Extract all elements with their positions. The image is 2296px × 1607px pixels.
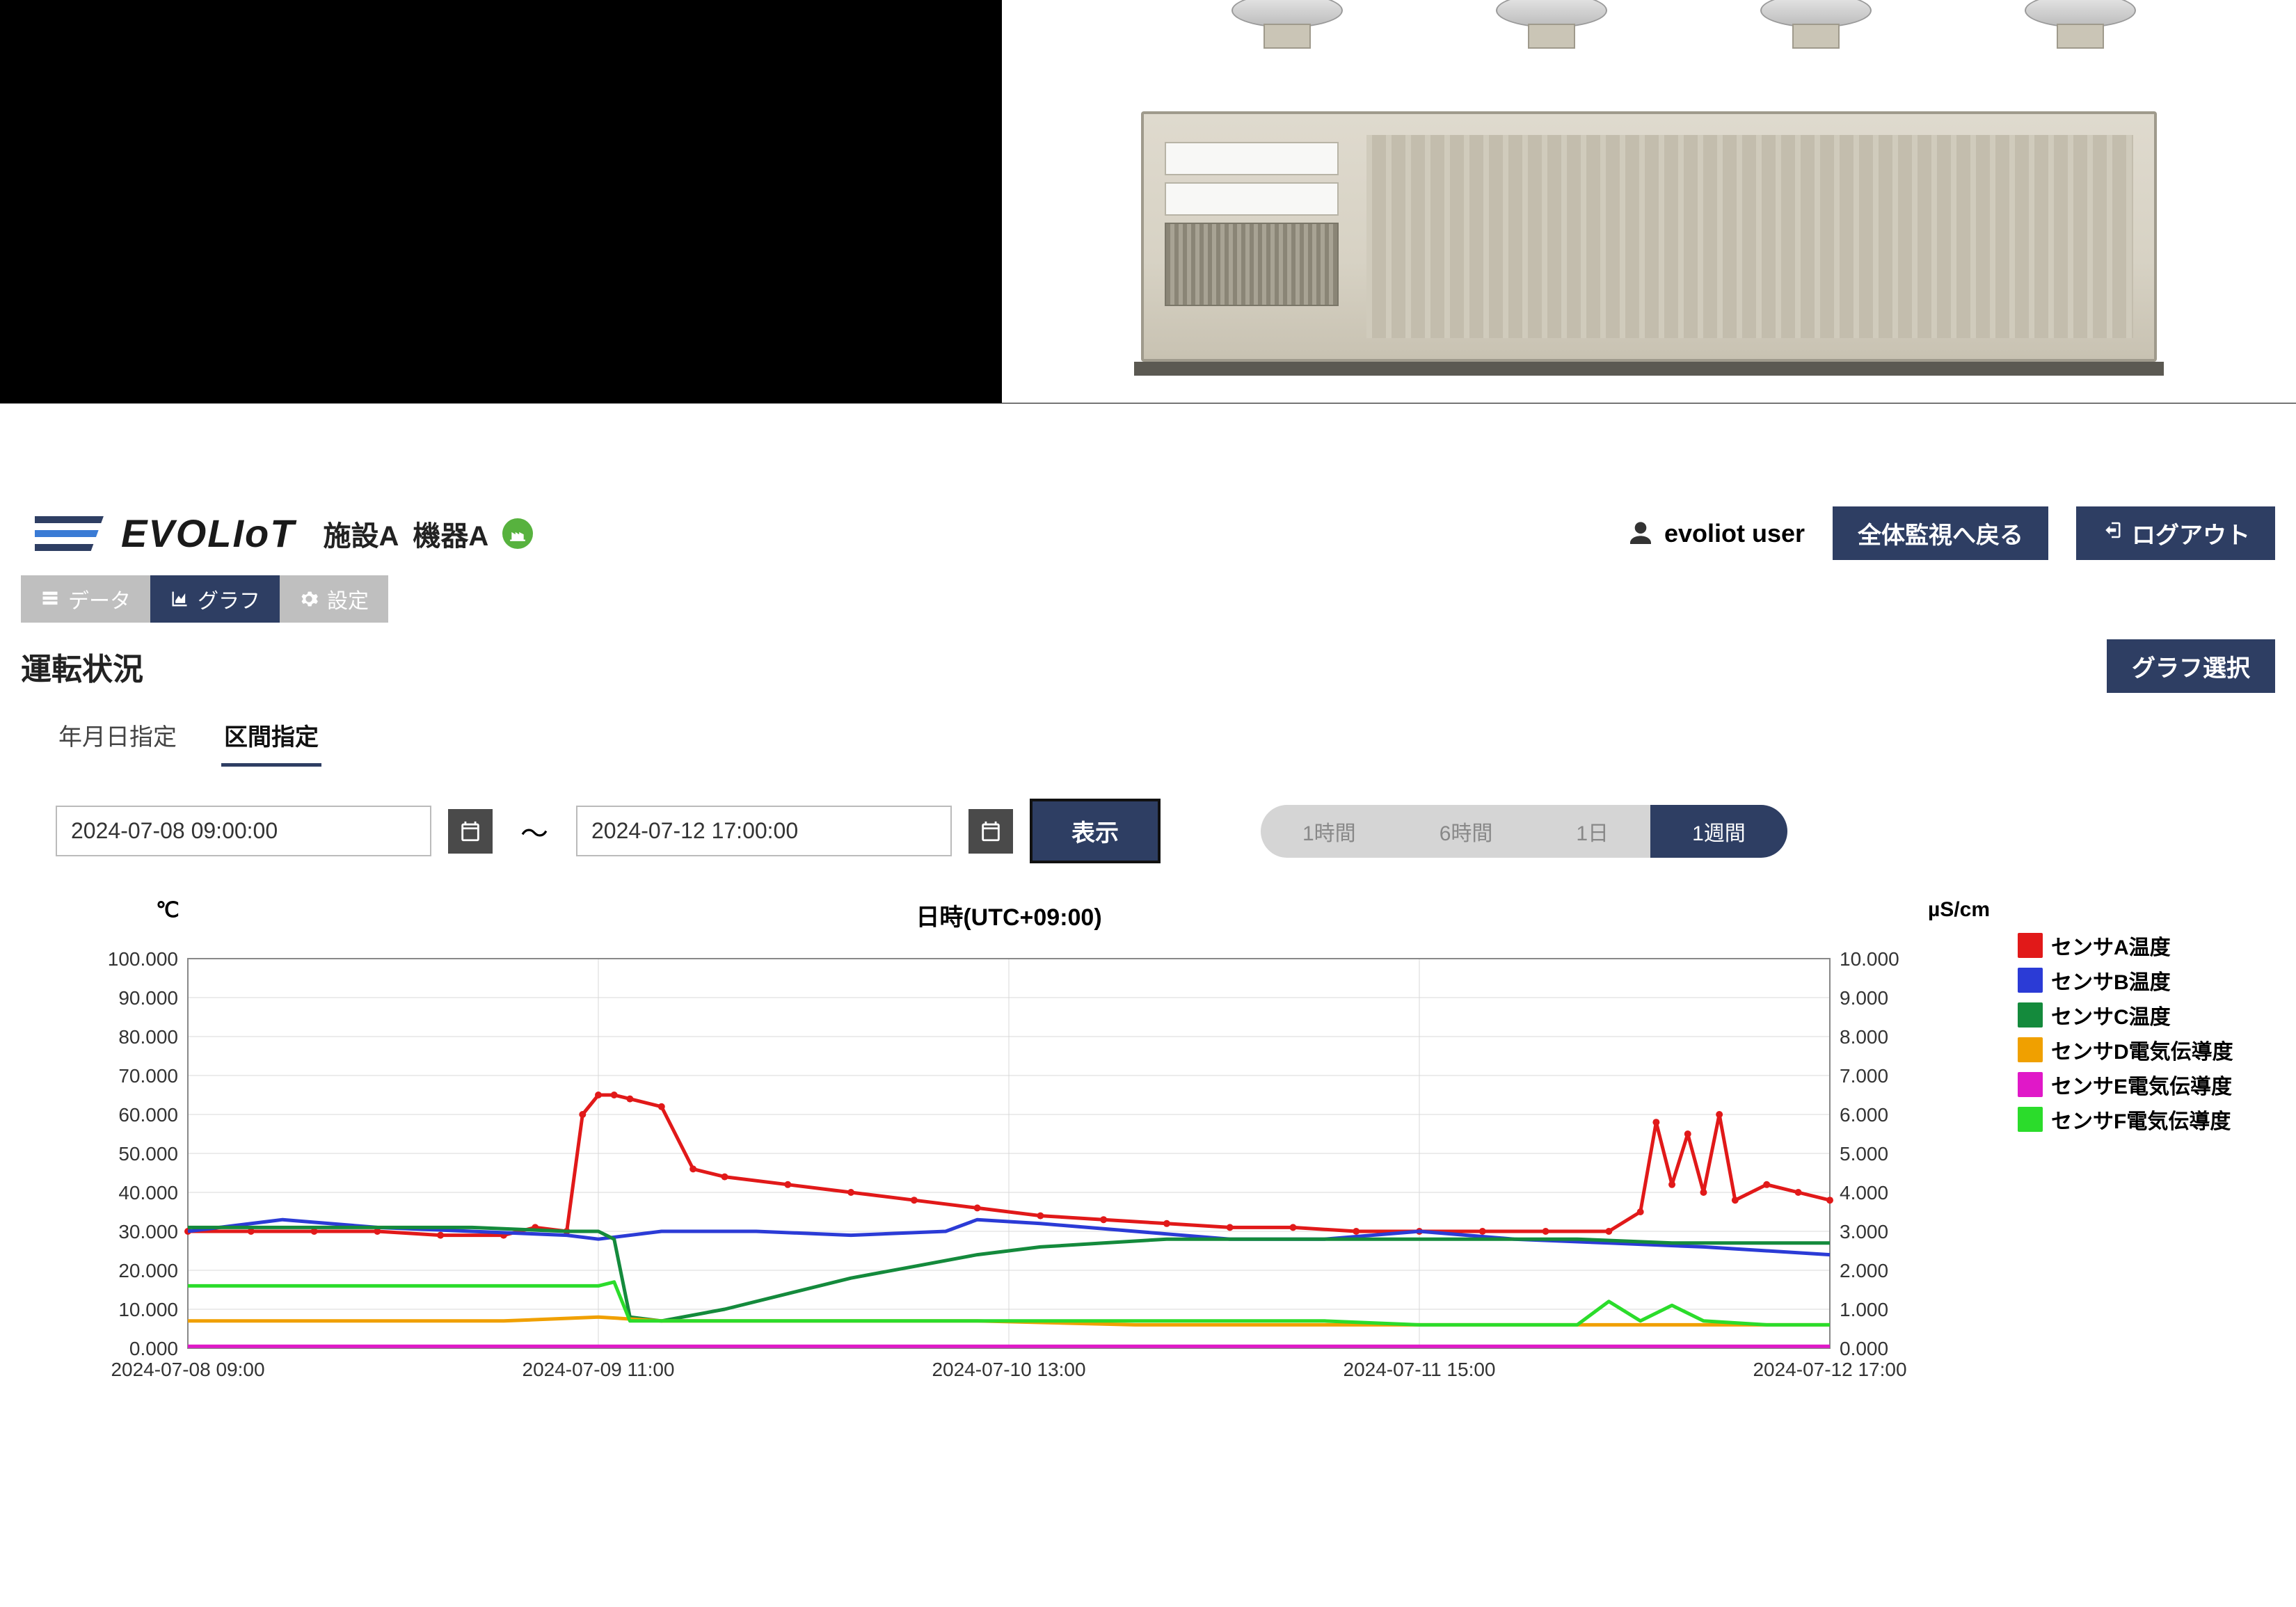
graph-select-button[interactable]: グラフ選択 [2107,639,2275,693]
chart-area: 日時(UTC+09:00) ℃ µS/cm 0.000 10.000 20.000 3… [21,898,2275,1397]
quick-range-1h[interactable]: 1時間 [1261,805,1398,858]
legend-item[interactable]: センサF電気伝導度 [2018,1104,2275,1135]
svg-text:100.000: 100.000 [108,948,178,970]
chart-icon [170,589,189,609]
svg-text:2024-07-08 09:00: 2024-07-08 09:00 [111,1359,264,1380]
svg-text:80.000: 80.000 [118,1026,178,1048]
gear-icon [299,589,319,609]
hero-black-panel [0,0,1002,403]
svg-text:8.000: 8.000 [1840,1026,1888,1048]
show-button[interactable]: 表示 [1030,799,1161,863]
svg-text:40.000: 40.000 [118,1182,178,1204]
fan-icon [2018,0,2143,49]
chart-legend: センサA温度 センサB温度 センサC温度 センサD電気伝導度 センサE電気伝導度… [1997,898,2275,1397]
quick-range-1d[interactable]: 1日 [1534,805,1650,858]
chart-plot: 0.000 10.000 20.000 30.000 40.000 50.000 60.00… [21,938,1941,1397]
dashboard: EVOLIoT 施設A 機器A evoliot user 全体監視へ戻る ログア… [21,501,2275,1397]
svg-text:9.000: 9.000 [1840,987,1888,1009]
logo: EVOLIoT [35,511,295,556]
range-separator: 〜 [509,811,559,852]
breadcrumb-facility: 施設A [323,513,399,554]
svg-text:7.000: 7.000 [1840,1065,1888,1087]
calendar-icon [459,820,482,843]
svg-text:4.000: 4.000 [1840,1182,1888,1204]
device-illustration [1141,42,2157,362]
table-icon [40,589,60,609]
hero [0,0,2296,403]
svg-text:50.000: 50.000 [118,1143,178,1165]
logo-text: EVOLIoT [121,511,295,556]
quick-range-pills: 1時間 6時間 1日 1週間 [1261,805,1787,858]
svg-text:2024-07-09 11:00: 2024-07-09 11:00 [523,1359,675,1380]
svg-text:60.000: 60.000 [118,1104,178,1126]
svg-text:30.000: 30.000 [118,1221,178,1242]
to-calendar-button[interactable] [968,809,1013,854]
svg-text:10.000: 10.000 [1840,948,1899,970]
mode-tab-ymd[interactable]: 年月日指定 [56,712,180,767]
fan-icon [1225,0,1350,49]
user-name: evoliot user [1664,519,1805,548]
calendar-icon [979,820,1003,843]
user-icon [1627,520,1655,547]
svg-text:90.000: 90.000 [118,987,178,1009]
left-axis-unit: ℃ [156,898,180,922]
legend-item[interactable]: センサD電気伝導度 [2018,1034,2275,1065]
svg-text:2024-07-11 15:00: 2024-07-11 15:00 [1344,1359,1496,1380]
range-controls: 〜 表示 1時間 6時間 1日 1週間 [56,799,2275,863]
quick-range-1w[interactable]: 1週間 [1650,805,1787,858]
topbar: EVOLIoT 施設A 機器A evoliot user 全体監視へ戻る ログア… [21,501,2275,570]
to-datetime-input[interactable] [576,806,952,856]
svg-text:20.000: 20.000 [118,1260,178,1281]
svg-text:10.000: 10.000 [118,1299,178,1320]
subtab-data[interactable]: データ [21,575,150,623]
quick-range-6h[interactable]: 6時間 [1398,805,1535,858]
date-mode-tabs: 年月日指定 区間指定 [56,712,2275,767]
logout-button[interactable]: ログアウト [2076,506,2275,560]
svg-text:5.000: 5.000 [1840,1143,1888,1165]
factory-icon [502,518,533,549]
chart-title: 日時(UTC+09:00) [21,898,1997,932]
svg-text:1.000: 1.000 [1840,1299,1888,1320]
fan-icon [1489,0,1614,49]
breadcrumb-device: 機器A [413,513,488,554]
breadcrumb: 施設A 機器A [323,513,533,554]
legend-item[interactable]: センサC温度 [2018,1000,2275,1030]
from-datetime-input[interactable] [56,806,431,856]
svg-text:2024-07-12 17:00: 2024-07-12 17:00 [1753,1359,1906,1380]
legend-item[interactable]: センサE電気伝導度 [2018,1069,2275,1100]
svg-text:2024-07-10 13:00: 2024-07-10 13:00 [932,1359,1085,1380]
back-to-overview-button[interactable]: 全体監視へ戻る [1833,506,2048,560]
svg-text:0.000: 0.000 [129,1338,178,1359]
svg-text:0.000: 0.000 [1840,1338,1888,1359]
fan-icon [1753,0,1879,49]
logout-icon [2101,520,2122,547]
subtab-graph[interactable]: グラフ [150,575,280,623]
section-title: 運転状況 [21,644,143,689]
legend-item[interactable]: センサA温度 [2018,930,2275,961]
svg-text:70.000: 70.000 [118,1065,178,1087]
legend-item[interactable]: センサB温度 [2018,965,2275,996]
subtab-settings[interactable]: 設定 [280,575,388,623]
svg-text:6.000: 6.000 [1840,1104,1888,1126]
mode-tab-range[interactable]: 区間指定 [221,712,321,767]
view-subtabs: データ グラフ 設定 [21,575,2275,623]
logo-mark-icon [35,514,111,553]
from-calendar-button[interactable] [448,809,493,854]
right-axis-unit: µS/cm [1928,898,1990,922]
svg-text:3.000: 3.000 [1840,1221,1888,1242]
svg-text:2.000: 2.000 [1840,1260,1888,1281]
hero-device-image [1002,0,2296,403]
user-info: evoliot user [1627,519,1805,548]
